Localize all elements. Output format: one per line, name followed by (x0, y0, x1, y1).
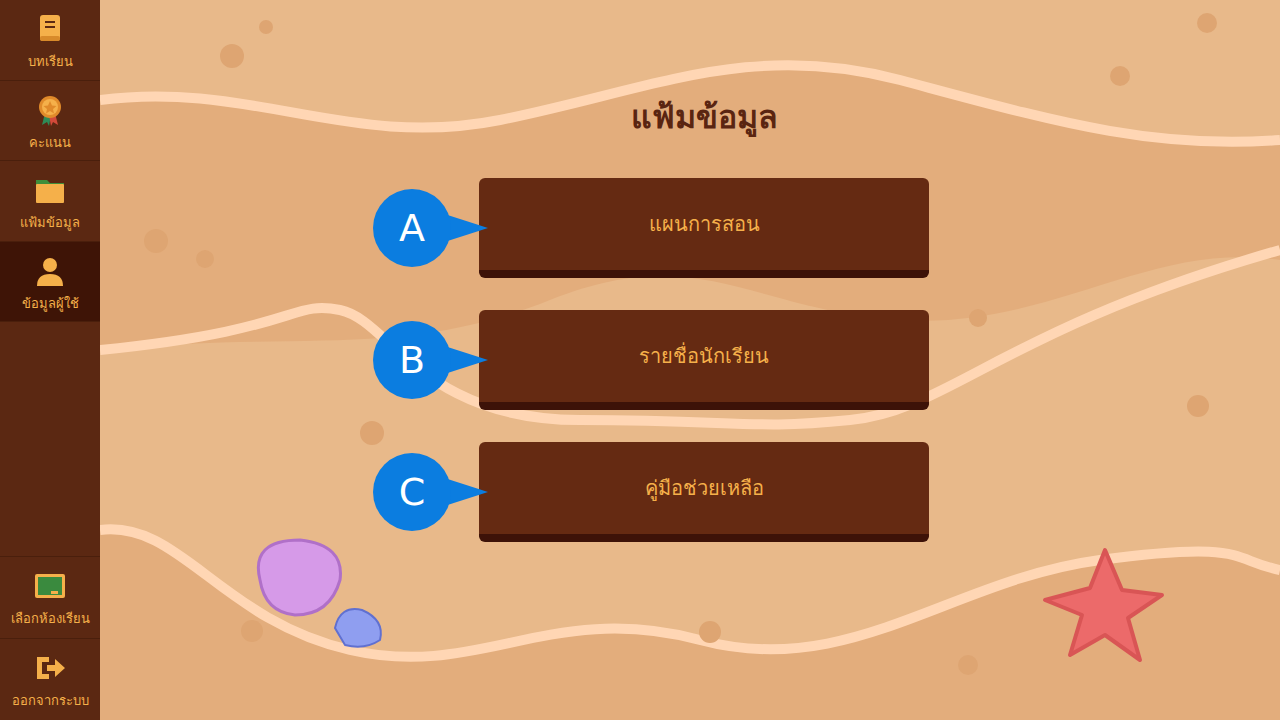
menu-button[interactable]: คู่มือช่วยเหลือ (479, 442, 929, 542)
sidebar-label: เลือกห้องเรียน (2, 609, 98, 629)
logout-icon (33, 651, 67, 685)
menu-button[interactable]: รายชื่อนักเรียน (479, 310, 929, 410)
callout-badge: C (372, 452, 490, 532)
sidebar-label: แฟ้มข้อมูล (2, 213, 98, 233)
sidebar-label: ข้อมูลผู้ใช้ (2, 294, 98, 314)
sidebar-label: ออกจากระบบ (2, 691, 98, 711)
menu-row: แผนการสอนA (479, 178, 929, 278)
menu-row: รายชื่อนักเรียนB (479, 310, 929, 410)
sidebar-label: คะแนน (2, 133, 98, 153)
sidebar-item[interactable]: ข้อมูลผู้ใช้ (0, 242, 100, 323)
choose-class-button[interactable]: เลือกห้องเรียน (0, 556, 100, 638)
folder-icon (33, 173, 67, 207)
medal-icon (33, 93, 67, 127)
callout-letter: A (372, 188, 452, 268)
main-content: แฟ้มข้อมูลแผนการสอนAรายชื่อนักเรียนBคู่ม… (100, 0, 1280, 720)
chalkboard-icon (33, 569, 67, 603)
user-icon (33, 254, 67, 288)
menu-label: รายชื่อนักเรียน (639, 341, 769, 371)
menu-button[interactable]: แผนการสอน (479, 178, 929, 278)
callout-bubble (372, 188, 490, 268)
menu-row: คู่มือช่วยเหลือC (479, 442, 929, 542)
menu-label: คู่มือช่วยเหลือ (645, 473, 764, 503)
sidebar-label: บทเรียน (2, 52, 98, 72)
sidebar-bottom: เลือกห้องเรียนออกจากระบบ (0, 556, 100, 720)
sidebar: บทเรียนคะแนนแฟ้มข้อมูลข้อมูลผู้ใช้เลือกห… (0, 0, 100, 720)
callout-bubble (372, 320, 490, 400)
callout-bubble (372, 452, 490, 532)
page-title: แฟ้มข้อมูล (479, 98, 929, 136)
menu-panel: แฟ้มข้อมูลแผนการสอนA รายชื่อนักเรียนB คู่ม… (479, 0, 929, 542)
callout-badge: A (372, 188, 490, 268)
book-icon (33, 12, 67, 46)
callout-letter: C (372, 452, 452, 532)
logout-button[interactable]: ออกจากระบบ (0, 638, 100, 720)
callout-letter: B (372, 320, 452, 400)
sidebar-item[interactable]: บทเรียน (0, 0, 100, 81)
menu-label: แผนการสอน (649, 209, 760, 239)
callout-badge: B (372, 320, 490, 400)
sidebar-item[interactable]: แฟ้มข้อมูล (0, 161, 100, 242)
sidebar-item[interactable]: คะแนน (0, 81, 100, 162)
sidebar-top: บทเรียนคะแนนแฟ้มข้อมูลข้อมูลผู้ใช้ (0, 0, 100, 322)
